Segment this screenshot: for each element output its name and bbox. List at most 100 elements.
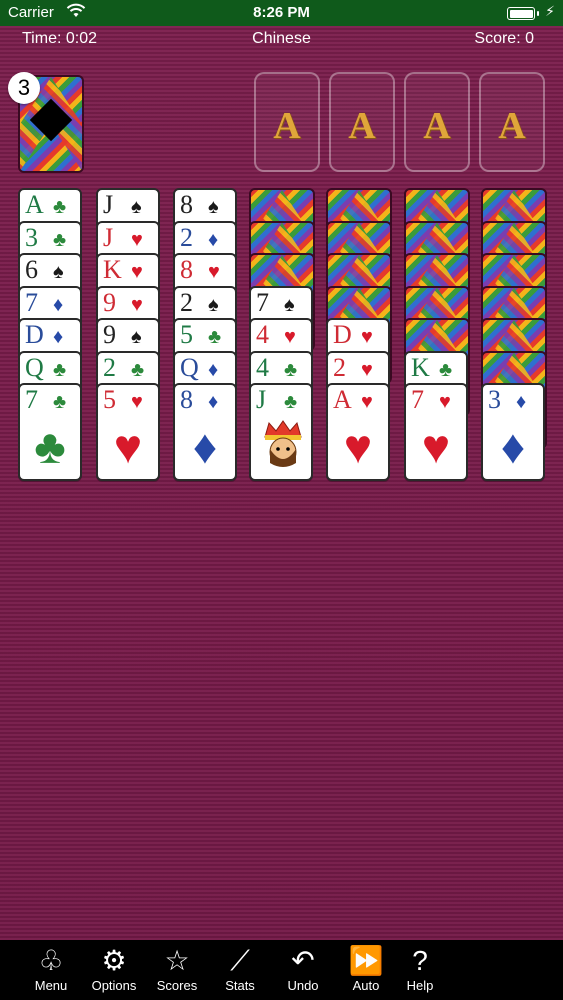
question-icon: ?	[412, 945, 428, 976]
playing-card[interactable]: 8 ♦ ♦	[173, 383, 237, 481]
toolbar-button-label: Stats	[225, 978, 255, 993]
status-time: 8:26 PM	[253, 4, 310, 21]
card-suit-icon: ♣	[439, 358, 453, 381]
card-suit-icon: ♦	[53, 326, 64, 348]
card-suit-icon: ♣	[53, 196, 67, 218]
playing-card[interactable]: A ♥ ♥	[326, 383, 390, 481]
card-rank: D	[25, 320, 44, 349]
auto-button[interactable]: ⏩ Auto	[336, 944, 396, 998]
toolbar-button-label: Undo	[287, 978, 319, 993]
card-rank: 9	[103, 287, 116, 317]
card-rank: D	[333, 320, 352, 349]
card-rank: A	[25, 190, 44, 219]
toolbar-button-label: Auto	[352, 978, 380, 993]
card-suit-icon: ♦	[516, 391, 527, 413]
stats-button[interactable]: ⟋ Stats	[210, 944, 270, 998]
foundation-label: A	[348, 105, 376, 147]
card-rank: 4	[256, 320, 269, 349]
gears-icon: ⚙	[101, 945, 127, 976]
options-button[interactable]: ⚙ Options	[84, 944, 144, 998]
charging-icon: ⚡	[545, 3, 555, 19]
card-suit-icon: ♠	[208, 293, 219, 316]
menu-suits-icon: ♧	[38, 945, 64, 976]
card-rank: 3	[488, 385, 501, 414]
card-suit-icon: ♣	[53, 391, 67, 413]
card-suit-icon: ♥	[361, 326, 373, 348]
battery-icon	[507, 7, 539, 20]
toolbar-button-label: Scores	[156, 978, 198, 993]
card-rank: 2	[180, 287, 193, 317]
card-suit-icon: ♠	[284, 293, 295, 316]
playing-card[interactable]: J ♣	[249, 383, 313, 481]
card-rank: 7	[411, 385, 424, 414]
star-icon: ☆	[164, 945, 190, 976]
card-suit-icon: ♠	[131, 326, 142, 348]
playing-card[interactable]: 3 ♦ ♦	[481, 383, 545, 481]
card-suit-icon: ♥	[131, 293, 143, 316]
card-suit-icon: ♦	[53, 293, 64, 316]
card-rank: 8	[180, 190, 193, 219]
card-center-suit-icon: ♥	[113, 421, 143, 474]
card-rank: 7	[25, 385, 38, 414]
playing-card[interactable]: 5 ♥ ♥	[96, 383, 160, 481]
card-suit-icon: ♣	[208, 326, 222, 348]
score-display: Score: 0	[474, 30, 534, 47]
stock-count-badge: 3	[8, 72, 40, 104]
card-suit-icon: ♣	[131, 358, 145, 381]
card-rank: 8	[180, 255, 193, 284]
card-suit-icon: ♣	[284, 391, 298, 413]
card-suit-icon: ♥	[131, 261, 143, 283]
card-suit-icon: ♠	[131, 196, 142, 218]
card-rank: Q	[180, 352, 199, 382]
card-suit-icon: ♥	[439, 391, 451, 413]
foundation-slot-4[interactable]: A	[479, 72, 545, 172]
foundation-label: A	[498, 105, 526, 147]
bottom-toolbar: ♧ Menu ⚙ Options ☆ Scores ⟋ Stats ↶ Undo ⏩ Auto? Hel…	[0, 940, 563, 1000]
card-rank: 5	[180, 320, 193, 349]
card-suit-icon: ♣	[284, 358, 298, 381]
card-suit-icon: ♥	[131, 391, 143, 413]
toolbar-button-label: Options	[91, 978, 137, 993]
scores-button[interactable]: ☆ Scores	[147, 944, 207, 998]
chart-line-icon: ⟋	[230, 945, 250, 976]
card-rank: 9	[103, 320, 116, 349]
card-suit-icon: ♦	[208, 358, 219, 381]
card-rank: J	[256, 385, 267, 414]
toolbar-button-label: Help	[406, 978, 434, 993]
fast-forward-icon: ⏩	[348, 945, 384, 976]
card-rank: 4	[256, 352, 269, 382]
card-rank: 5	[103, 385, 116, 414]
card-rank: 7	[256, 287, 269, 317]
card-suit-icon: ♣	[53, 228, 67, 251]
card-suit-icon: ♣	[53, 358, 67, 381]
card-rank: 6	[25, 255, 38, 284]
undo-button[interactable]: ↶ Undo	[273, 944, 333, 998]
playing-card[interactable]: 7 ♥ ♥	[404, 383, 468, 481]
card-suit-icon: ♥	[131, 228, 143, 251]
menu-button[interactable]: ♧ Menu	[21, 944, 81, 998]
card-suit-icon: ♥	[361, 391, 373, 413]
card-rank: A	[333, 385, 352, 414]
card-rank: Q	[25, 352, 44, 382]
foundation-label: A	[273, 105, 301, 147]
card-rank: 2	[103, 352, 116, 382]
card-suit-icon: ♥	[208, 261, 220, 283]
foundation-slot-1[interactable]: A	[254, 72, 320, 172]
help-button[interactable]: ? Help	[390, 944, 450, 998]
card-rank: 3	[25, 222, 38, 252]
card-center-suit-icon: ♦	[192, 421, 218, 474]
card-center-suit-icon: ♥	[343, 421, 373, 474]
foundation-slot-3[interactable]: A	[404, 72, 470, 172]
foundation-label: A	[423, 105, 451, 147]
toolbar-button-label: Menu	[34, 978, 68, 993]
card-center-suit-icon: ♥	[421, 421, 451, 474]
card-rank: 8	[180, 385, 193, 414]
card-back-diamond	[29, 98, 73, 142]
card-suit-icon: ♥	[284, 326, 296, 348]
card-suit-icon: ♠	[208, 196, 219, 218]
status-bar: Carrier 8:26 PM ⚡	[0, 0, 563, 26]
playing-card[interactable]: 7 ♣ ♣	[18, 383, 82, 481]
foundation-slot-2[interactable]: A	[329, 72, 395, 172]
card-rank: 2	[333, 352, 346, 382]
card-suit-icon: ♠	[53, 261, 64, 283]
